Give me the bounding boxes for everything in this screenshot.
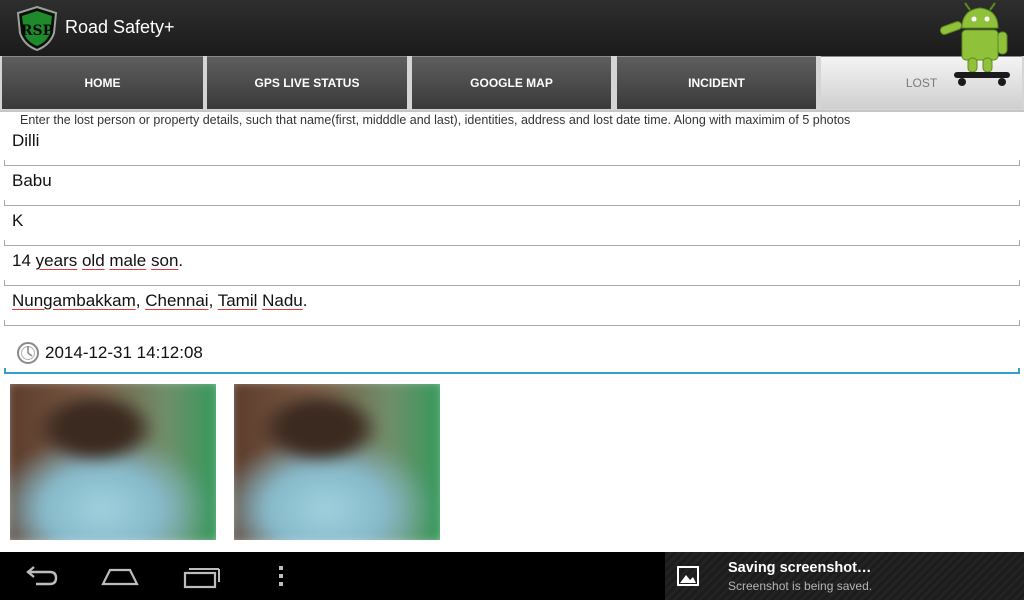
tab-gps-live-status[interactable]: GPS LIVE STATUS — [207, 56, 407, 109]
svg-text:RSP: RSP — [21, 23, 54, 39]
tab-google-map[interactable]: GOOGLE MAP — [412, 56, 611, 109]
notification-title: Saving screenshot… — [728, 560, 872, 576]
overflow-menu-icon[interactable] — [262, 560, 302, 592]
address-field[interactable]: Nungambakkam, Chennai, Tamil Nadu. — [4, 286, 1020, 326]
notification-subtitle: Screenshot is being saved. — [728, 579, 873, 593]
focused-underline — [4, 372, 1020, 374]
first-name-value: Dilli — [12, 131, 40, 150]
recent-apps-icon[interactable] — [181, 560, 221, 592]
tab-home[interactable]: HOME — [2, 56, 203, 109]
tab-divider — [0, 110, 1024, 112]
image-icon — [677, 566, 699, 586]
tab-gps-label: GPS LIVE STATUS — [254, 76, 360, 90]
middle-name-field[interactable]: Babu — [4, 166, 1020, 206]
last-name-field[interactable]: K — [4, 206, 1020, 246]
lost-datetime-field[interactable]: 2014-12-31 14:12:08 — [4, 334, 1020, 374]
last-name-value: K — [12, 211, 24, 230]
clock-icon — [17, 342, 39, 364]
home-icon[interactable] — [100, 560, 140, 592]
lost-photo-1[interactable] — [10, 384, 216, 540]
tab-incident[interactable]: INCIDENT — [617, 56, 816, 109]
middle-name-value: Babu — [12, 171, 52, 190]
form-instructions: Enter the lost person or property detail… — [20, 113, 851, 127]
app-title: Road Safety+ — [65, 17, 175, 37]
android-skateboard-icon — [939, 2, 1010, 86]
identities-value: 14 years old male son. — [12, 251, 184, 270]
lost-photo-2[interactable] — [234, 384, 440, 540]
tab-bar: HOME GPS LIVE STATUS GOOGLE MAP INCIDENT… — [0, 56, 1024, 112]
tab-incident-label: INCIDENT — [688, 76, 745, 90]
rsp-shield-logo-icon[interactable]: RSP — [14, 5, 60, 51]
action-bar: RSP Road Safety+ — [0, 0, 1024, 56]
first-name-field[interactable]: Dilli — [4, 126, 1020, 166]
lost-datetime-value: 2014-12-31 14:12:08 — [45, 343, 203, 362]
field-underline — [4, 325, 1020, 326]
tab-home-label: HOME — [84, 76, 121, 90]
back-icon[interactable] — [20, 560, 60, 592]
screenshot-notification[interactable]: Saving screenshot… Screenshot is being s… — [665, 552, 1024, 600]
address-value: Nungambakkam, Chennai, Tamil Nadu. — [12, 291, 308, 310]
identities-field[interactable]: 14 years old male son. — [4, 246, 1020, 286]
tab-google-map-label: GOOGLE MAP — [470, 76, 553, 90]
